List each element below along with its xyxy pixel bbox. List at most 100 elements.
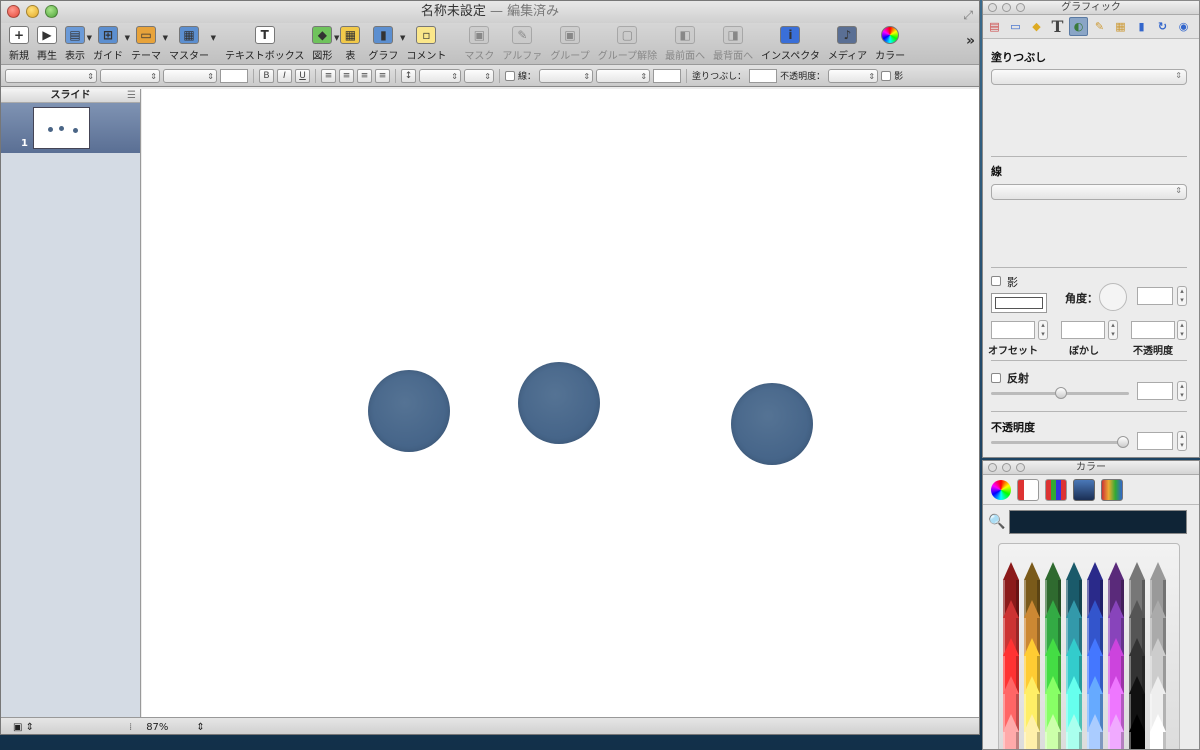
- toolbar-ungroup-button[interactable]: ▢ グループ解除: [594, 26, 661, 62]
- stroke-type-popup[interactable]: [991, 184, 1187, 200]
- crayon-swatch[interactable]: [1024, 714, 1040, 749]
- crayon-swatch[interactable]: [1066, 714, 1082, 749]
- toolbar-textbox-button[interactable]: T テキストボックス: [221, 26, 308, 62]
- opacity-slider[interactable]: [991, 436, 1129, 448]
- toolbar-shapes-button[interactable]: ◆ 図形 ▼: [308, 26, 339, 62]
- toolbar-chart-button[interactable]: ▮ グラフ ▼: [364, 26, 405, 62]
- magnifier-icon[interactable]: 🔍: [988, 514, 1005, 530]
- justify-button[interactable]: ≡: [375, 68, 390, 83]
- style-popup[interactable]: [5, 68, 97, 83]
- graphic-tab-icon[interactable]: ◐: [1069, 17, 1088, 36]
- crayons-icon[interactable]: [1101, 478, 1123, 501]
- crayon-swatch[interactable]: [1129, 714, 1145, 749]
- line-spacing-popup[interactable]: [419, 68, 461, 83]
- opacity-field[interactable]: [1137, 432, 1173, 450]
- toolbar-color-wheel-button[interactable]: カラー: [871, 26, 909, 62]
- toolbar-theme-button[interactable]: ▭ テーマ ▼: [127, 26, 168, 62]
- toolbar-plus-button[interactable]: + 新規: [5, 26, 33, 62]
- slide-thumbnail[interactable]: [33, 107, 90, 149]
- circle-shape-3[interactable]: [731, 383, 813, 465]
- document-tab-icon[interactable]: ▤: [985, 17, 1004, 36]
- zoom-button[interactable]: [45, 5, 58, 18]
- angle-wheel[interactable]: [1099, 283, 1127, 311]
- color-palettes-icon[interactable]: [1045, 478, 1067, 501]
- crayon-swatch[interactable]: [1108, 714, 1124, 749]
- toolbar-view-button[interactable]: ▤ 表示 ▼: [61, 26, 92, 62]
- angle-stepper[interactable]: ▴ ▾: [1177, 286, 1187, 306]
- navigator-menu-icon[interactable]: ☰: [127, 89, 136, 102]
- columns-popup[interactable]: [464, 68, 494, 83]
- toolbar-overflow-icon[interactable]: »: [966, 33, 975, 49]
- link-tab-icon[interactable]: ↻: [1153, 17, 1172, 36]
- toolbar-media-button[interactable]: ♪ メディア: [824, 26, 871, 62]
- zoom-value[interactable]: 87%: [146, 722, 168, 733]
- fill-type-popup[interactable]: [991, 69, 1187, 85]
- chart-tab-icon[interactable]: ▮: [1132, 17, 1151, 36]
- line-width-popup[interactable]: [596, 68, 651, 83]
- toolbar-table-button[interactable]: ▦ 表: [336, 26, 364, 62]
- image-palettes-icon[interactable]: [1073, 478, 1095, 501]
- zoom-popup-icon[interactable]: ⇕: [196, 722, 204, 733]
- color-wheel-icon[interactable]: [991, 479, 1011, 500]
- fill-color-well[interactable]: [749, 68, 778, 83]
- line-color-well[interactable]: [653, 68, 682, 83]
- toolbar-alpha-button[interactable]: ✎ アルファ: [498, 26, 546, 62]
- reflection-field[interactable]: [1137, 382, 1173, 400]
- opacity-popup[interactable]: [828, 68, 879, 83]
- toolbar-comment-button[interactable]: ▫ コメント: [402, 26, 450, 62]
- slide-tab-icon[interactable]: ▭: [1006, 17, 1025, 36]
- toolbar-inspector-button[interactable]: i インスペクタ: [757, 26, 824, 62]
- bold-button[interactable]: B: [259, 68, 274, 83]
- underline-button[interactable]: U: [295, 68, 310, 83]
- line-spacing-icon[interactable]: ↕: [401, 68, 416, 83]
- crayon-swatch[interactable]: [1045, 714, 1061, 749]
- minimize-button[interactable]: [26, 5, 39, 18]
- shadow-checkbox[interactable]: [881, 70, 892, 81]
- toolbar-play-button[interactable]: ▶ 再生: [33, 26, 61, 62]
- metrics-tab-icon[interactable]: ✎: [1090, 17, 1109, 36]
- shadow-color-well[interactable]: [991, 293, 1047, 313]
- opacity-stepper[interactable]: ▴ ▾: [1177, 431, 1187, 451]
- color-sliders-icon[interactable]: [1017, 478, 1039, 501]
- font-style-popup[interactable]: [163, 68, 217, 83]
- crayon-swatch[interactable]: [1150, 714, 1166, 749]
- text-tab-icon[interactable]: T: [1048, 17, 1067, 36]
- font-size-field[interactable]: [220, 68, 248, 83]
- toolbar-mask-button[interactable]: ▣ マスク: [460, 26, 498, 62]
- shadow-opacity-stepper[interactable]: ▴ ▾: [1177, 320, 1187, 340]
- font-family-popup[interactable]: [100, 68, 160, 83]
- offset-field[interactable]: [991, 321, 1035, 339]
- toolbar-back-button[interactable]: ◨ 最背面へ: [709, 26, 757, 62]
- reflection-slider[interactable]: [991, 387, 1129, 399]
- angle-field[interactable]: [1137, 287, 1173, 305]
- close-button[interactable]: [7, 5, 20, 18]
- align-center-button[interactable]: ≡: [339, 68, 354, 83]
- align-right-button[interactable]: ≡: [357, 68, 372, 83]
- reflection-stepper[interactable]: ▴ ▾: [1177, 381, 1187, 401]
- slide-canvas[interactable]: [142, 89, 979, 717]
- shadow-opacity-field[interactable]: [1131, 321, 1175, 339]
- toolbar-guide-button[interactable]: ⊞ ガイド ▼: [89, 26, 130, 62]
- italic-button[interactable]: I: [277, 68, 292, 83]
- toolbar-group-button[interactable]: ▣ グループ: [546, 26, 593, 62]
- resize-grip-icon[interactable]: ⁞: [129, 722, 132, 733]
- offset-stepper[interactable]: ▴ ▾: [1038, 320, 1048, 340]
- shadow-enable-checkbox[interactable]: [991, 276, 1001, 286]
- table-tab-icon[interactable]: ▦: [1111, 17, 1130, 36]
- crayon-swatch[interactable]: [1003, 714, 1019, 749]
- slide-thumbnail-row[interactable]: 1: [1, 103, 140, 153]
- blur-stepper[interactable]: ▴ ▾: [1108, 320, 1118, 340]
- blur-field[interactable]: [1061, 321, 1105, 339]
- crayon-swatch[interactable]: [1087, 714, 1103, 749]
- line-style-popup[interactable]: [539, 68, 594, 83]
- toolbar-master-button[interactable]: ▦ マスター ▼: [165, 26, 216, 62]
- toolbar-front-button[interactable]: ◧ 最前面へ: [661, 26, 709, 62]
- slide-view-popup[interactable]: ▣ ⇕: [13, 722, 41, 733]
- current-color-swatch[interactable]: [1009, 510, 1188, 534]
- reflection-checkbox[interactable]: [991, 373, 1001, 383]
- quicktime-tab-icon[interactable]: ◉: [1174, 17, 1193, 36]
- align-left-button[interactable]: ≡: [321, 68, 336, 83]
- build-tab-icon[interactable]: ◆: [1027, 17, 1046, 36]
- line-checkbox[interactable]: [505, 70, 515, 81]
- circle-shape-1[interactable]: [368, 370, 450, 452]
